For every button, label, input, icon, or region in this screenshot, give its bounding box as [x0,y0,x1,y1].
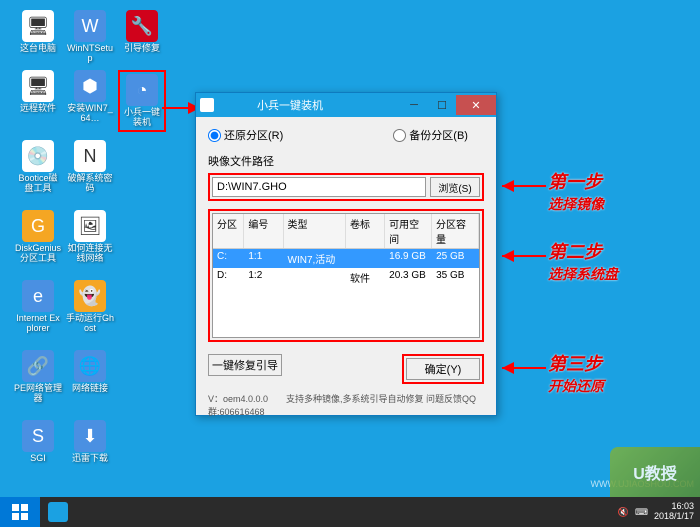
desktop: 🖥这台电脑WWinNTSetup🔧引导修复🖥远程软件⬢安装WIN7_64…◔小兵… [0,0,700,527]
icon-label: 破解系统密码 [66,174,114,194]
desktop-icon-WinNTSetup[interactable]: WWinNTSetup [66,10,114,64]
app-icon: 🖼 [74,210,106,242]
icon-label: 网络链接 [66,384,114,394]
app-icon [200,98,214,112]
partition-table: 分区编号类型卷标可用空间分区容量 C:1:1WIN7,活动16.9 GB25 G… [212,213,480,338]
logo-ujiaoshou: U教授 [610,447,700,497]
annotation: 第一步选择镜像 [548,168,604,214]
icon-label: PE网络管理器 [14,384,62,404]
desktop-icon-手动运行Ghost[interactable]: 👻手动运行Ghost [66,280,114,334]
system-tray[interactable]: 🔇 ⌨ 16:03 2018/1/17 [618,502,700,522]
start-button[interactable] [0,497,40,527]
app-icon: ⬇ [74,420,106,452]
desktop-icon-破解系统密码[interactable]: N破解系统密码 [66,140,114,194]
app-icon: 🔧 [126,10,158,42]
app-icon: W [74,10,106,42]
taskbar: 🔇 ⌨ 16:03 2018/1/17 [0,497,700,527]
installer-dialog: 小兵一键装机 ─ ☐ ✕ 还原分区(R) 备份分区(B) 映像文件路径 浏览(S… [195,92,497,416]
column-header[interactable]: 分区 [213,214,244,248]
restore-radio[interactable]: 还原分区(R) [208,127,283,143]
app-icon: 🌐 [74,350,106,382]
tray-sound-icon[interactable]: 🔇 [618,507,629,518]
app-icon: ⬢ [74,70,106,102]
taskbar-app-icon[interactable] [41,499,75,525]
desktop-icon-引导修复[interactable]: 🔧 引导修复 [118,10,166,54]
ok-button[interactable]: 确定(Y) [406,358,480,380]
icon-label: SGI [14,454,62,464]
path-row: 浏览(S) [208,173,484,201]
icon-label: 手动运行Ghost [66,314,114,334]
desktop-icon-这台电脑[interactable]: 🖥 这台电脑 [14,10,62,54]
icon-label: 如何连接无线网络 [66,244,114,264]
icon-label: 引导修复 [118,44,166,54]
column-header[interactable]: 可用空间 [385,214,432,248]
app-icon: 👻 [74,280,106,312]
backup-radio[interactable]: 备份分区(B) [393,127,468,143]
annotation: 第二步选择系统盘 [548,238,618,284]
icon-label: Bootice磁盘工具 [14,174,62,194]
desktop-icon-如何连接无线网络[interactable]: 🖼如何连接无线网络 [66,210,114,264]
icon-label: Internet Explorer [14,314,62,334]
desktop-icon-Bootice磁盘工具[interactable]: 💿Bootice磁盘工具 [14,140,62,194]
desktop-icon-SGI[interactable]: S SGI [14,420,62,464]
app-icon: 🖥 [22,10,54,42]
desktop-icon-DiskGenius分区工具[interactable]: GDiskGenius分区工具 [14,210,62,264]
image-path-input[interactable] [212,177,426,197]
icon-label: 安装WIN7_64… [66,104,114,124]
arrow-step2 [496,248,551,264]
icon-label: 小兵一键装机 [122,108,162,128]
dialog-title: 小兵一键装机 [220,97,400,113]
maximize-button[interactable]: ☐ [428,95,456,115]
tray-keyboard-icon[interactable]: ⌨ [635,507,648,518]
desktop-icon-小兵一键装机[interactable]: ◔小兵一键装机 [118,70,166,132]
desktop-icon-PE网络管理器[interactable]: 🔗PE网络管理器 [14,350,62,404]
desktop-icon-Internet Explorer[interactable]: eInternet Explorer [14,280,62,334]
close-button[interactable]: ✕ [456,95,496,115]
icon-label: 迅雷下载 [66,454,114,464]
app-icon: 🖥 [22,70,54,102]
desktop-icon-网络链接[interactable]: 🌐 网络链接 [66,350,114,394]
icon-label: 这台电脑 [14,44,62,54]
column-header[interactable]: 卷标 [346,214,385,248]
dialog-footer: V：oem4.0.0.0 支持多种镜像,多系统引导自动修复 问题反馈QQ群:60… [208,392,484,418]
table-row[interactable]: C:1:1WIN7,活动16.9 GB25 GB [213,249,479,268]
app-icon: N [74,140,106,172]
app-icon: S [22,420,54,452]
minimize-button[interactable]: ─ [400,95,428,115]
desktop-icon-远程软件[interactable]: 🖥 远程软件 [14,70,62,114]
column-header[interactable]: 类型 [284,214,346,248]
path-label: 映像文件路径 [208,153,484,169]
app-icon: ◔ [126,74,158,106]
table-row[interactable]: D:1:2软件20.3 GB35 GB [213,268,479,287]
column-header[interactable]: 分区容量 [432,214,479,248]
browse-button[interactable]: 浏览(S) [430,177,480,197]
icon-label: 远程软件 [14,104,62,114]
column-header[interactable]: 编号 [244,214,283,248]
app-icon: e [22,280,54,312]
app-icon: 🔗 [22,350,54,382]
desktop-icon-迅雷下载[interactable]: ⬇ 迅雷下载 [66,420,114,464]
app-icon: G [22,210,54,242]
desktop-icon-安装WIN7_64…[interactable]: ⬢安装WIN7_64… [66,70,114,124]
annotation: 第三步开始还原 [548,350,604,396]
icon-label: WinNTSetup [66,44,114,64]
arrow-step1 [496,178,551,194]
tray-clock[interactable]: 16:03 2018/1/17 [654,502,694,522]
icon-label: DiskGenius分区工具 [14,244,62,264]
arrow-step3 [496,360,551,376]
app-icon: 💿 [22,140,54,172]
titlebar[interactable]: 小兵一键装机 ─ ☐ ✕ [196,93,496,117]
repair-boot-button[interactable]: 一键修复引导 [208,354,282,376]
windows-icon [12,504,28,520]
